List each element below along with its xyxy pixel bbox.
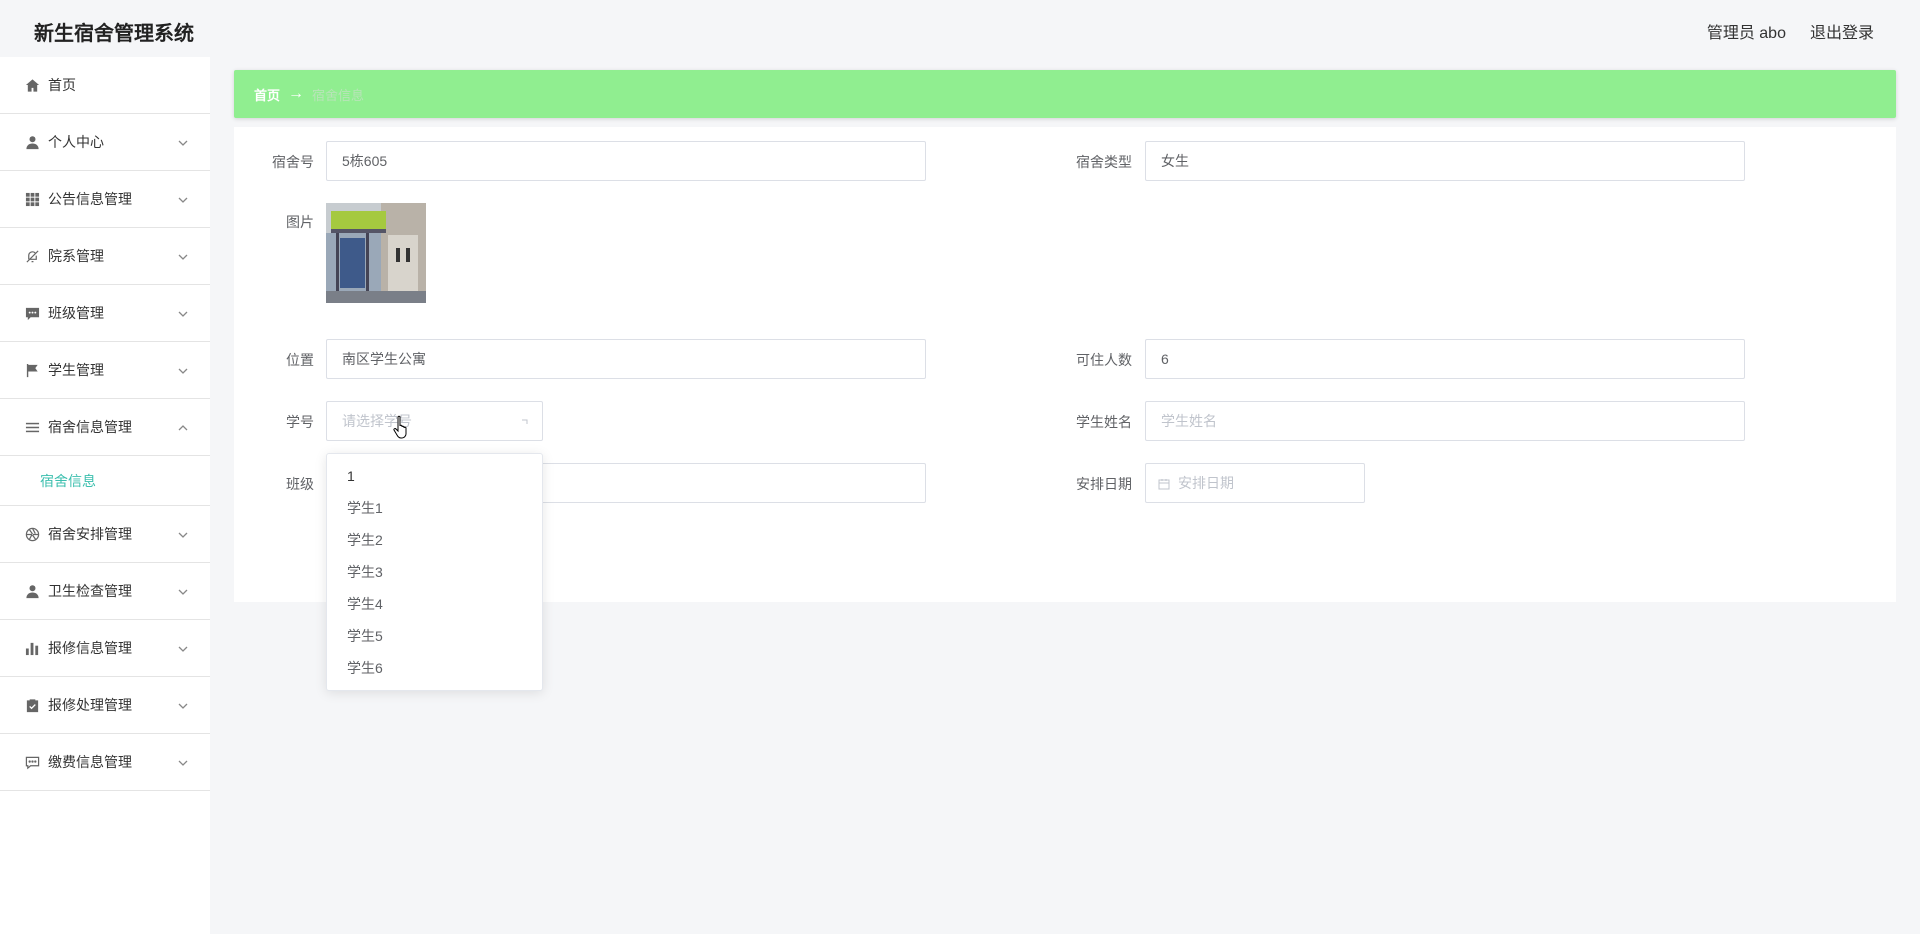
- aperture-icon: [24, 526, 40, 542]
- dropdown-option[interactable]: 学生6: [327, 652, 542, 684]
- location-field[interactable]: 南区学生公寓: [326, 339, 926, 379]
- date-label: 安排日期: [1076, 476, 1132, 492]
- chevron-down-icon: [178, 755, 188, 766]
- dropdown-option[interactable]: 学生2: [327, 524, 542, 556]
- message-icon: [24, 754, 40, 770]
- chevron-down-icon: [178, 192, 188, 203]
- breadcrumb-separator: →: [288, 85, 305, 102]
- user-icon: [24, 134, 40, 150]
- sidebar-item-label: 公告信息管理: [48, 191, 132, 207]
- chat-icon: [24, 305, 40, 321]
- chevron-down-icon: [178, 641, 188, 652]
- logout-link[interactable]: 退出登录: [1810, 19, 1874, 43]
- sidebar-item-payment[interactable]: 缴费信息管理: [0, 734, 210, 791]
- user-icon: [24, 583, 40, 599]
- app-title: 新生宿舍管理系统: [34, 23, 194, 45]
- chevron-up-icon: [178, 420, 188, 431]
- sidebar-subitem-dorm-info[interactable]: 宿舍信息: [0, 456, 210, 506]
- chevron-down-icon: [178, 527, 188, 538]
- student-no-label: 学号: [286, 414, 314, 430]
- dorm-no-label: 宿舍号: [272, 154, 314, 170]
- list-icon: [24, 419, 40, 435]
- sidebar-item-label: 报修处理管理: [48, 697, 132, 713]
- chevron-down-icon: [178, 584, 188, 595]
- sidebar-item-dorm-arrangement[interactable]: 宿舍安排管理: [0, 506, 210, 563]
- grid-icon: [24, 191, 40, 207]
- capacity-label: 可住人数: [1076, 352, 1132, 368]
- student-no-select[interactable]: 请选择学号: [326, 401, 543, 441]
- sidebar-item-department[interactable]: 院系管理: [0, 228, 210, 285]
- breadcrumb: 首页 → 宿舍信息: [234, 70, 1896, 118]
- breadcrumb-home[interactable]: 首页: [254, 85, 280, 104]
- breadcrumb-current: 宿舍信息: [312, 87, 365, 103]
- dropdown-option[interactable]: 学生3: [327, 556, 542, 588]
- sidebar-item-class[interactable]: 班级管理: [0, 285, 210, 342]
- student-no-dropdown: 1 学生1 学生2 学生3 学生4 学生5 学生6: [326, 453, 543, 691]
- sidebar-item-label: 班级管理: [48, 305, 104, 321]
- class-label: 班级: [286, 476, 314, 492]
- hand-cursor-icon: [393, 415, 411, 439]
- bar-chart-icon: [24, 640, 40, 656]
- dropdown-option[interactable]: 学生5: [327, 620, 542, 652]
- sidebar-item-student[interactable]: 学生管理: [0, 342, 210, 399]
- image-label: 图片: [286, 214, 314, 230]
- sidebar-item-label: 卫生检查管理: [48, 583, 132, 599]
- sidebar-item-dorm-info[interactable]: 宿舍信息管理: [0, 399, 210, 456]
- dorm-type-label: 宿舍类型: [1076, 154, 1132, 170]
- bell-off-icon: [24, 248, 40, 264]
- clipboard-icon: [24, 697, 40, 713]
- sidebar-item-label: 报修信息管理: [48, 640, 132, 656]
- sidebar-item-notice[interactable]: 公告信息管理: [0, 171, 210, 228]
- sidebar-item-repair-process[interactable]: 报修处理管理: [0, 677, 210, 734]
- dorm-type-field[interactable]: 女生: [1145, 141, 1745, 181]
- capacity-field[interactable]: 6: [1145, 339, 1745, 379]
- student-name-field[interactable]: 学生姓名: [1145, 401, 1745, 441]
- student-name-label: 学生姓名: [1076, 414, 1132, 430]
- sidebar-item-label: 首页: [48, 77, 76, 93]
- sidebar-item-label: 院系管理: [48, 248, 104, 264]
- header-user-area: 管理员 abo 退出登录: [1707, 19, 1874, 43]
- chevron-down-icon: [178, 249, 188, 260]
- sidebar-item-label: 宿舍信息管理: [48, 419, 132, 435]
- select-arrow-icon: [520, 414, 530, 424]
- location-label: 位置: [286, 352, 314, 368]
- date-picker[interactable]: 安排日期: [1145, 463, 1365, 503]
- home-icon: [24, 77, 40, 93]
- sidebar-item-label: 学生管理: [48, 362, 104, 378]
- date-placeholder: 安排日期: [1178, 475, 1234, 491]
- sidebar-item-hygiene[interactable]: 卫生检查管理: [0, 563, 210, 620]
- sidebar-item-home[interactable]: 首页: [0, 57, 210, 114]
- admin-user-label[interactable]: 管理员 abo: [1707, 19, 1786, 43]
- sidebar-item-label: 宿舍安排管理: [48, 526, 132, 542]
- dropdown-option[interactable]: 学生1: [327, 492, 542, 524]
- chevron-down-icon: [178, 135, 188, 146]
- sidebar-item-personal-center[interactable]: 个人中心: [0, 114, 210, 171]
- chevron-down-icon: [178, 306, 188, 317]
- calendar-icon: [1158, 477, 1170, 490]
- dropdown-option[interactable]: 学生4: [327, 588, 542, 620]
- dorm-no-field[interactable]: 5栋605: [326, 141, 926, 181]
- chevron-down-icon: [178, 698, 188, 709]
- sidebar: 首页 个人中心 公告信息管理 院系管理 班级管理 学生管理 宿舍信息管理 宿舍信…: [0, 57, 210, 934]
- dorm-photo[interactable]: [326, 203, 426, 303]
- dropdown-option[interactable]: 1: [327, 460, 542, 492]
- sidebar-item-repair-info[interactable]: 报修信息管理: [0, 620, 210, 677]
- sidebar-item-label: 缴费信息管理: [48, 754, 132, 770]
- flag-icon: [24, 362, 40, 378]
- sidebar-item-label: 个人中心: [48, 134, 104, 150]
- chevron-down-icon: [178, 363, 188, 374]
- app-header: 新生宿舍管理系统 管理员 abo 退出登录: [0, 0, 1920, 60]
